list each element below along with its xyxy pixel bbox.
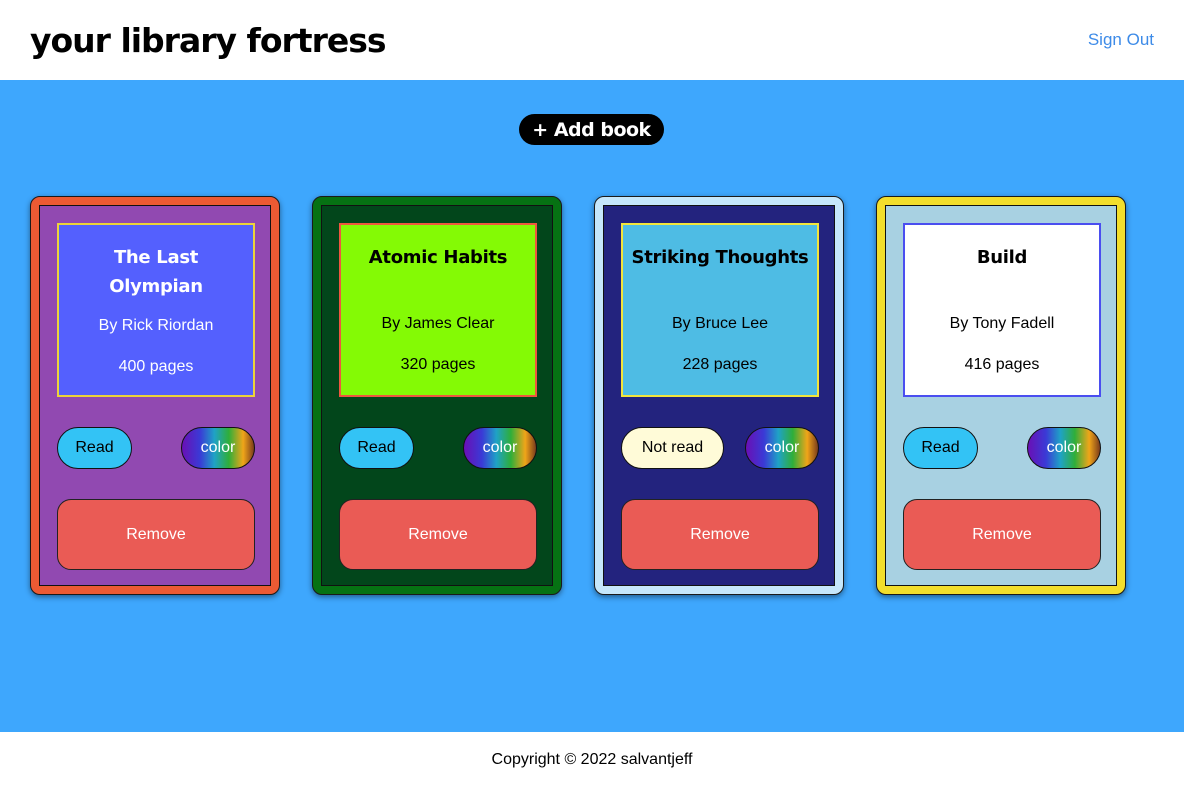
read-status-toggle[interactable]: Read	[57, 427, 132, 469]
remove-book-button[interactable]: Remove	[903, 499, 1101, 570]
book-info: The Last Olympian By Rick Riordan 400 pa…	[57, 223, 255, 397]
sign-out-link[interactable]: Sign Out	[1088, 30, 1154, 50]
read-status-toggle[interactable]: Read	[339, 427, 414, 469]
book-card: The Last Olympian By Rick Riordan 400 pa…	[30, 196, 280, 595]
book-author: By Bruce Lee	[671, 315, 769, 332]
book-card-inner: Atomic Habits By James Clear 320 pages R…	[321, 205, 553, 586]
book-info: Atomic Habits By James Clear 320 pages	[339, 223, 537, 397]
book-title: Striking Thoughts	[631, 247, 809, 268]
read-status-toggle[interactable]: Not read	[621, 427, 724, 469]
book-card: Build By Tony Fadell 416 pages Read colo…	[876, 196, 1126, 595]
book-author: By Rick Riordan	[98, 317, 214, 334]
book-pages: 320 pages	[400, 356, 476, 373]
add-book-button[interactable]: + Add book	[519, 114, 664, 145]
book-card-inner: Striking Thoughts By Bruce Lee 228 pages…	[603, 205, 835, 586]
color-change-button[interactable]: color	[1027, 427, 1101, 469]
book-pages: 228 pages	[682, 356, 758, 373]
color-change-button[interactable]: color	[463, 427, 537, 469]
book-title: Build	[976, 247, 1028, 268]
color-change-button[interactable]: color	[745, 427, 819, 469]
book-title: The Last Olympian	[109, 247, 203, 297]
book-info: Striking Thoughts By Bruce Lee 228 pages	[621, 223, 819, 397]
footer: Copyright © 2022 salvantjeff	[0, 732, 1184, 787]
book-author: By James Clear	[381, 315, 495, 332]
book-pages: 400 pages	[118, 358, 194, 375]
book-pages: 416 pages	[964, 356, 1040, 373]
book-author: By Tony Fadell	[949, 315, 1055, 332]
library-area: + Add book The Last Olympian By Rick Rio…	[0, 80, 1184, 732]
remove-book-button[interactable]: Remove	[57, 499, 255, 570]
color-change-button[interactable]: color	[181, 427, 255, 469]
read-status-toggle[interactable]: Read	[903, 427, 978, 469]
book-card: Striking Thoughts By Bruce Lee 228 pages…	[594, 196, 844, 595]
book-card-inner: Build By Tony Fadell 416 pages Read colo…	[885, 205, 1117, 586]
book-card: Atomic Habits By James Clear 320 pages R…	[312, 196, 562, 595]
app-header: your library fortress Sign Out	[0, 0, 1184, 80]
book-title: Atomic Habits	[368, 247, 508, 268]
remove-book-button[interactable]: Remove	[621, 499, 819, 570]
site-logo: your library fortress	[30, 20, 387, 60]
remove-book-button[interactable]: Remove	[339, 499, 537, 570]
copyright-text: Copyright © 2022 salvantjeff	[491, 750, 693, 768]
book-info: Build By Tony Fadell 416 pages	[903, 223, 1101, 397]
book-card-inner: The Last Olympian By Rick Riordan 400 pa…	[39, 205, 271, 586]
